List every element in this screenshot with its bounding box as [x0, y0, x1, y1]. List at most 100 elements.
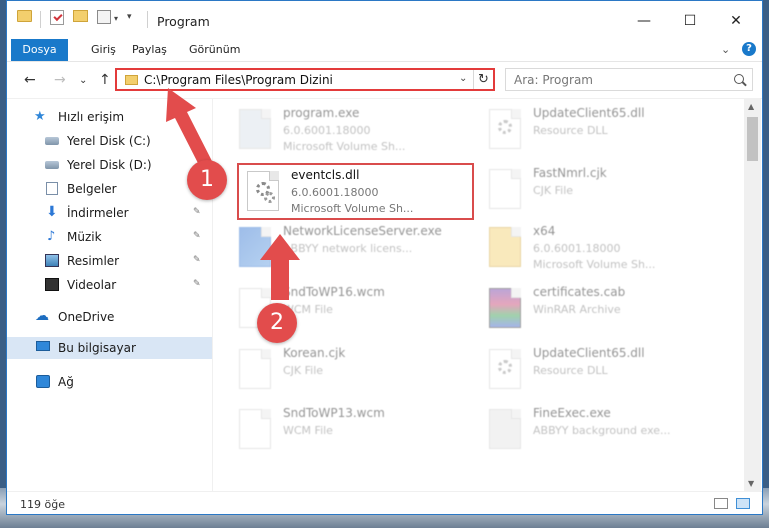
sidebar-item-quick-access[interactable]: ★ Hızlı erişim	[7, 106, 212, 128]
computer-icon	[36, 341, 50, 351]
tab-home[interactable]: Giriş	[81, 39, 126, 61]
file-tile[interactable]: program.exe 6.0.6001.18000 Microsoft Vol…	[231, 103, 471, 159]
file-tile[interactable]: UpdateClient65.dll Resource DLL	[481, 343, 721, 399]
file-tile[interactable]: SndToWP13.wcm WCM File	[231, 403, 471, 459]
quick-access-properties-icon[interactable]	[97, 10, 111, 24]
scroll-down-icon[interactable]: ▼	[748, 479, 754, 488]
ribbon-tabs: Dosya Giriş Paylaş Görünüm ⌄ ?	[7, 39, 762, 61]
star-icon: ★	[34, 109, 46, 124]
recent-locations-icon[interactable]: ⌄	[79, 75, 87, 86]
file-tile[interactable]: certificates.cab WinRAR Archive	[481, 282, 721, 338]
file-detail: 6.0.6001.18000	[533, 242, 621, 255]
pin-icon[interactable]: ✎	[193, 279, 201, 289]
address-dropdown-icon[interactable]: ⌄	[459, 73, 467, 84]
new-folder-icon[interactable]	[73, 10, 88, 22]
divider	[147, 11, 148, 28]
pin-icon[interactable]: ✎	[193, 231, 201, 241]
network-icon	[36, 375, 50, 388]
exe-icon	[239, 109, 271, 149]
file-list: program.exe 6.0.6001.18000 Microsoft Vol…	[221, 99, 743, 491]
file-name: program.exe	[283, 106, 360, 120]
sidebar-item-label: Yerel Disk (C:)	[67, 134, 151, 148]
tab-view[interactable]: Görünüm	[179, 39, 250, 61]
file-tile-selected[interactable]: eventcls.dll 6.0.6001.18000 Microsoft Vo…	[237, 163, 474, 220]
file-tile[interactable]: UpdateClient65.dll Resource DLL	[481, 103, 721, 159]
sidebar-item-this-pc[interactable]: Bu bilgisayar	[7, 337, 212, 359]
file-detail: Resource DLL	[533, 124, 608, 137]
sidebar-item-local-disk-c[interactable]: Yerel Disk (C:)	[7, 130, 212, 152]
window-title: Program	[157, 14, 210, 29]
item-count: 119 öğe	[20, 498, 65, 511]
dll-icon	[247, 171, 279, 211]
maximize-button[interactable]: ☐	[667, 9, 713, 33]
sidebar-item-onedrive[interactable]: ☁ OneDrive	[7, 306, 212, 328]
file-name: NetworkLicenseServer.exe	[283, 224, 442, 238]
tab-share[interactable]: Paylaş	[122, 39, 177, 61]
scroll-up-icon[interactable]: ▲	[748, 102, 754, 111]
back-button[interactable]: ←	[24, 72, 36, 88]
file-tile[interactable]: NetworkLicenseServer.exe ABBYY network l…	[231, 221, 471, 277]
customize-toolbar-icon[interactable]: ▾	[127, 12, 132, 22]
up-button[interactable]: ↑	[99, 72, 111, 88]
file-detail: ABBYY network licens...	[283, 242, 413, 255]
details-view-icon[interactable]	[714, 498, 728, 509]
help-icon[interactable]: ?	[742, 42, 756, 56]
document-icon	[46, 182, 58, 195]
forward-button[interactable]: →	[54, 72, 66, 88]
tab-file[interactable]: Dosya	[11, 39, 68, 61]
step-1-marker: 1	[187, 160, 227, 200]
file-icon	[239, 409, 271, 449]
folder-icon	[17, 10, 32, 22]
sidebar-item-label: OneDrive	[58, 310, 115, 324]
address-path[interactable]: C:\Program Files\Program Dizini	[144, 73, 333, 87]
quick-access-arrow-icon[interactable]: ▾	[114, 14, 118, 23]
close-button[interactable]: ✕	[713, 9, 759, 33]
sidebar-item-downloads[interactable]: ⬇ İndirmeler ✎	[7, 202, 212, 224]
dll-icon	[489, 349, 521, 389]
sidebar-item-label: İndirmeler	[67, 206, 129, 220]
file-name: Korean.cjk	[283, 346, 346, 360]
sidebar-item-label: Videolar	[67, 278, 117, 292]
file-name: x64	[533, 224, 556, 238]
sidebar-item-videos[interactable]: Videolar ✎	[7, 274, 212, 296]
pin-icon[interactable]: ✎	[193, 255, 201, 265]
tiles-view-icon[interactable]	[736, 498, 750, 509]
sidebar-item-label: Yerel Disk (D:)	[67, 158, 152, 172]
pane-divider[interactable]	[212, 99, 213, 491]
picture-icon	[45, 254, 59, 267]
file-tile[interactable]: FastNmrl.cjk CJK File	[481, 163, 721, 219]
status-bar: 119 öğe	[7, 491, 762, 514]
folder-icon	[125, 75, 138, 85]
file-name: eventcls.dll	[291, 168, 360, 182]
archive-icon	[489, 288, 521, 328]
address-bar[interactable]: C:\Program Files\Program Dizini ⌄ ↻	[115, 68, 495, 91]
file-detail: 6.0.6001.18000	[291, 186, 379, 199]
download-icon: ⬇	[46, 204, 58, 220]
file-detail: Resource DLL	[533, 364, 608, 377]
pin-icon[interactable]: ✎	[193, 207, 201, 217]
file-tile[interactable]: FineExec.exe ABBYY background exe...	[481, 403, 721, 459]
vertical-scrollbar[interactable]: ▲ ▼	[744, 99, 761, 491]
sidebar-item-local-disk-d[interactable]: Yerel Disk (D:)	[7, 154, 212, 176]
file-detail: CJK File	[283, 364, 324, 377]
file-name: SndToWP13.wcm	[283, 406, 385, 420]
file-tile[interactable]: x64 6.0.6001.18000 Microsoft Volume Sh..…	[481, 221, 721, 277]
file-name: UpdateClient65.dll	[533, 106, 645, 120]
divider	[40, 11, 41, 28]
properties-checkmark-icon[interactable]	[50, 10, 64, 25]
sidebar-item-label: Belgeler	[67, 182, 117, 196]
expand-ribbon-icon[interactable]: ⌄	[721, 43, 730, 56]
file-detail: Microsoft Volume Sh...	[283, 140, 406, 153]
search-input[interactable]: Ara: Program	[505, 68, 753, 91]
folder-icon	[489, 227, 521, 267]
scroll-thumb[interactable]	[747, 117, 758, 161]
minimize-button[interactable]: —	[621, 9, 667, 33]
sidebar-item-network[interactable]: Ağ	[7, 371, 212, 393]
sidebar-item-label: Resimler	[67, 254, 120, 268]
disk-icon	[45, 161, 59, 169]
sidebar-item-pictures[interactable]: Resimler ✎	[7, 250, 212, 272]
sidebar-item-music[interactable]: ♪ Müzik ✎	[7, 226, 212, 248]
file-tile[interactable]: Korean.cjk CJK File	[231, 343, 471, 399]
refresh-button[interactable]: ↻	[473, 70, 493, 89]
sidebar-item-documents[interactable]: Belgeler	[7, 178, 212, 200]
